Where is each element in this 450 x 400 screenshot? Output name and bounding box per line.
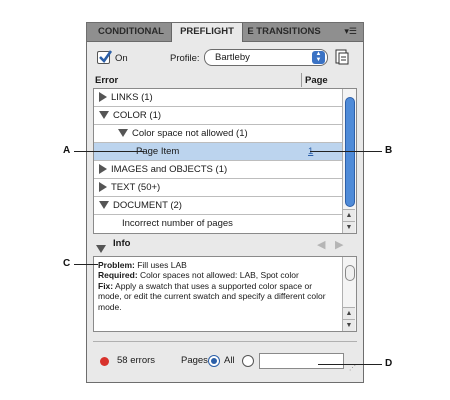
error-count: 58 errors xyxy=(117,355,156,366)
list-item-label: Incorrect number of pages xyxy=(122,218,233,229)
embed-profile-icon[interactable] xyxy=(335,49,349,65)
callout-b-label: B xyxy=(385,145,393,156)
expand-arrow-icon[interactable] xyxy=(99,182,107,193)
tab-transitions[interactable]: E TRANSITIONS xyxy=(244,23,324,41)
problem-text: Fill uses LAB xyxy=(137,260,187,270)
required-text: Color spaces not allowed: LAB, Spot colo… xyxy=(140,270,299,281)
list-item[interactable]: COLOR (1) xyxy=(94,107,342,125)
list-item-selected[interactable]: Page Item 1 xyxy=(94,143,342,161)
scroll-thumb[interactable] xyxy=(345,265,355,281)
column-header-error: Error xyxy=(95,75,119,86)
fix-text: Apply a swatch that uses a supported col… xyxy=(98,280,326,312)
problem-label: Problem: xyxy=(98,260,135,270)
list-item-label: Color space not allowed (1) xyxy=(132,128,248,139)
callout-a-label: A xyxy=(63,145,71,156)
list-item-label: Page Item xyxy=(136,146,180,157)
list-item[interactable]: Color space not allowed (1) xyxy=(94,125,342,143)
scroll-up-icon[interactable]: ▲ xyxy=(343,307,355,319)
required-label: Required: xyxy=(98,270,138,281)
scroll-thumb[interactable] xyxy=(345,97,355,207)
column-divider xyxy=(301,73,302,87)
column-header-page: Page xyxy=(305,75,328,86)
callout-d-line xyxy=(318,364,382,365)
preflight-panel: CONDITIONAL PREFLIGHT E TRANSITIONS ▾☰ O… xyxy=(86,22,364,383)
tab-preflight[interactable]: PREFLIGHT xyxy=(171,23,243,42)
profile-label: Profile: xyxy=(170,53,200,64)
scroll-down-icon[interactable]: ▼ xyxy=(343,319,355,331)
list-scrollbar[interactable]: ▲ ▼ xyxy=(342,89,356,233)
all-pages-radio[interactable] xyxy=(208,355,220,367)
panel-menu-icon[interactable]: ▾☰ xyxy=(344,26,357,37)
select-arrows-icon: ▲ ▼ xyxy=(312,51,325,64)
scroll-up-icon[interactable]: ▲ xyxy=(343,209,355,221)
status-dot-icon xyxy=(100,357,109,366)
next-error-icon[interactable]: ▶ xyxy=(335,238,343,251)
list-item[interactable]: TEXT (50+) xyxy=(94,179,342,197)
all-label: All xyxy=(224,355,235,366)
page-link[interactable]: 1 xyxy=(308,143,313,161)
list-item-label: DOCUMENT (2) xyxy=(113,200,182,211)
profile-value: Bartleby xyxy=(215,52,250,63)
expand-arrow-icon[interactable] xyxy=(99,92,107,103)
previous-error-icon[interactable]: ◀ xyxy=(317,238,325,251)
tab-conditional[interactable]: CONDITIONAL xyxy=(91,23,171,41)
info-scrollbar[interactable]: ▲ ▼ xyxy=(342,257,356,331)
scroll-down-icon[interactable]: ▼ xyxy=(343,221,355,233)
callout-a-line xyxy=(74,151,144,152)
footer-divider xyxy=(93,341,357,342)
fix-label: Fix: xyxy=(98,280,114,291)
collapse-arrow-icon[interactable] xyxy=(99,201,109,210)
list-item[interactable]: IMAGES and OBJECTS (1) xyxy=(94,161,342,179)
list-item-label: LINKS (1) xyxy=(111,92,153,103)
tab-bar: CONDITIONAL PREFLIGHT E TRANSITIONS ▾☰ xyxy=(87,23,363,42)
profile-select[interactable]: Bartleby ▲ ▼ xyxy=(204,49,328,66)
callout-c-label: C xyxy=(63,258,71,269)
list-item[interactable]: Incorrect number of pages xyxy=(94,215,342,233)
page-range-input[interactable] xyxy=(259,353,344,369)
callout-d-label: D xyxy=(385,358,393,369)
collapse-arrow-icon[interactable] xyxy=(118,129,128,138)
list-item[interactable]: LINKS (1) xyxy=(94,89,342,107)
expand-arrow-icon[interactable] xyxy=(99,164,107,175)
resize-grip-icon[interactable]: ⋰ xyxy=(349,364,356,372)
checkmark-icon xyxy=(99,50,112,64)
list-item-label: TEXT (50+) xyxy=(111,182,161,193)
on-label: On xyxy=(115,53,128,64)
list-item[interactable]: DOCUMENT (2) xyxy=(94,197,342,215)
list-item-label: IMAGES and OBJECTS (1) xyxy=(111,164,228,175)
list-item-label: COLOR (1) xyxy=(113,110,162,121)
info-text: Problem: Fill uses LAB Required: Color s… xyxy=(98,260,338,312)
callout-b-line xyxy=(310,151,382,152)
pages-label: Pages: xyxy=(181,355,211,366)
on-checkbox[interactable] xyxy=(97,50,112,64)
info-box: Problem: Fill uses LAB Required: Color s… xyxy=(93,256,357,332)
page-range-radio[interactable] xyxy=(242,355,254,367)
callout-c-line xyxy=(74,264,98,265)
info-label: Info xyxy=(113,238,131,249)
collapse-arrow-icon[interactable] xyxy=(99,111,109,120)
error-list[interactable]: LINKS (1) COLOR (1) Color space not allo… xyxy=(93,88,357,234)
